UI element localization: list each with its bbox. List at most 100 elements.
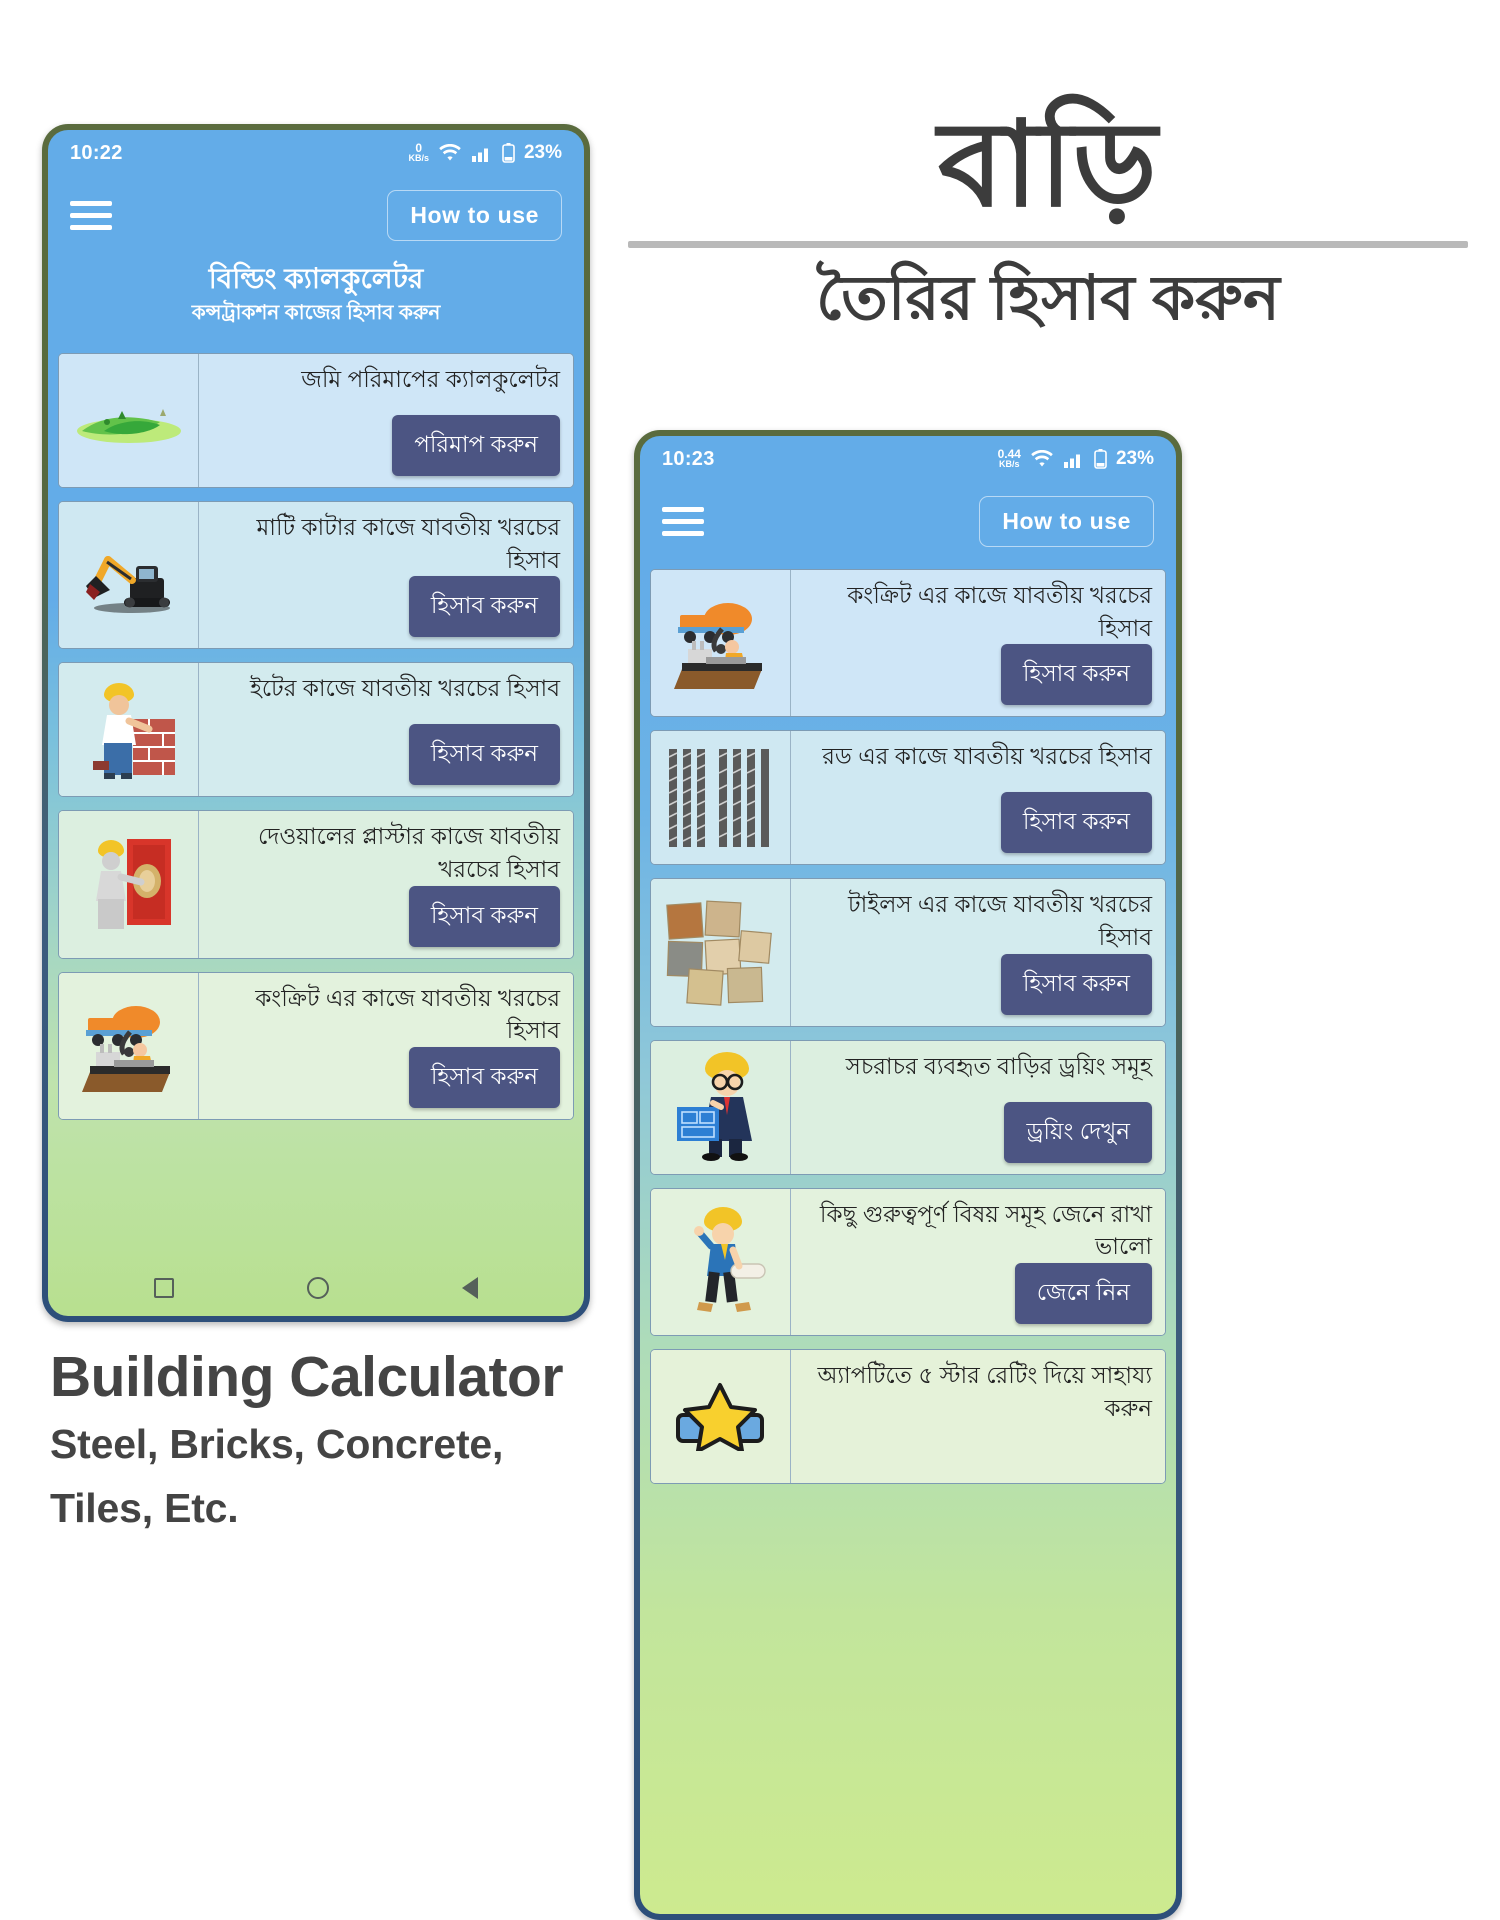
poster-caption-block: Building Calculator Steel, Bricks, Concr… (50, 1342, 650, 1540)
phone-screen-right: 10:23 0.44 KB/s 23% How to use কংক্রিট এ… (640, 436, 1176, 1914)
hamburger-menu-icon[interactable] (662, 507, 704, 536)
how-to-use-button[interactable]: How to use (979, 496, 1154, 547)
card-body: কিছু গুরুত্বপূর্ণ বিষয় সমূহ জেনে রাখা ভ… (791, 1188, 1165, 1335)
battery-percent: 23% (523, 142, 562, 163)
status-bar-left: 10:22 0 KB/s 23% (48, 130, 584, 176)
card-body: টাইলস এর কাজে যাবতীয় খরচের হিসাব হিসাব … (791, 879, 1165, 1026)
heading-divider (628, 241, 1468, 249)
network-rate-unit: KB/s (999, 459, 1020, 470)
worker-walking-icon (651, 1188, 791, 1335)
card-body: কংক্রিট এর কাজে যাবতীয় খরচের হিসাব হিসা… (791, 570, 1165, 717)
card-action-button[interactable]: ড্রয়িং দেখুন (1004, 1101, 1152, 1163)
card-action-button[interactable]: হিসাব করুন (408, 1046, 560, 1108)
card-body: মাটি কাটার কাজে যাবতীয় খরচের হিসাব হিসা… (199, 502, 573, 649)
card-steel-rod-work[interactable]: রড এর কাজে যাবতীয় খরচের হিসাব হিসাব করু… (650, 730, 1166, 866)
app-subtitle: কন্সট্রাকশন কাজের হিসাব করুন (191, 302, 441, 324)
card-house-drawings[interactable]: সচরাচর ব্যবহৃত বাড়ির ড্রয়িং সমূহ ড্রয়… (650, 1039, 1166, 1175)
card-action-button[interactable]: হিসাব করুন (408, 885, 560, 947)
app-bar-right: How to use (640, 482, 1176, 563)
status-time: 10:22 (70, 141, 123, 164)
card-body: ইটের কাজে যাবতীয় খরচের হিসাব হিসাব করুন (199, 663, 573, 797)
card-body: কংক্রিট এর কাজে যাবতীয় খরচের হিসাব হিসা… (199, 972, 573, 1119)
card-body: দেওয়ালের প্লাস্টার কাজে যাবতীয় খরচের হ… (199, 811, 573, 958)
card-action-button[interactable]: জেনে নিন (1014, 1262, 1152, 1324)
battery-percent: 23% (1115, 448, 1154, 469)
card-title: দেওয়ালের প্লাস্টার কাজে যাবতীয় খরচের হ… (257, 823, 560, 882)
plastering-worker-icon (59, 811, 199, 958)
card-body: জমি পরিমাপের ক্যালকুলেটর পরিমাপ করুন (199, 354, 573, 487)
poster-heading-block: বাড়ি তৈরির হিসাব করুন (628, 96, 1468, 337)
calculator-card-list-right: কংক্রিট এর কাজে যাবতীয় খরচের হিসাব হিসা… (640, 563, 1176, 1914)
app-bar-left: How to use (48, 176, 584, 257)
card-wall-plaster[interactable]: দেওয়ালের প্লাস্টার কাজে যাবতীয় খরচের হ… (58, 810, 574, 959)
card-title: টাইলস এর কাজে যাবতীয় খরচের হিসাব (848, 891, 1152, 950)
card-body: রড এর কাজে যাবতীয় খরচের হিসাব হিসাব করু… (791, 731, 1165, 865)
poster-canvas: 10:22 0 KB/s 23% How to use বিল্ডিং ক্যা… (0, 0, 1500, 1920)
excavator-icon (59, 502, 199, 649)
network-rate-indicator: 0 KB/s (408, 142, 429, 164)
land-field-icon (59, 354, 199, 487)
signal-bars-icon (471, 144, 493, 162)
card-title: অ্যাপটিতে ৫ স্টার রেটিং দিয়ে সাহায্য কর… (817, 1361, 1152, 1421)
status-time: 10:23 (662, 447, 715, 470)
card-title: রড এর কাজে যাবতীয় খরচের হিসাব (822, 743, 1152, 770)
card-title: ইটের কাজে যাবতীয় খরচের হিসাব (249, 675, 560, 702)
card-concrete-work[interactable]: কংক্রিট এর কাজে যাবতীয় খরচের হিসাব হিসা… (58, 971, 574, 1120)
signal-bars-icon (1063, 450, 1085, 468)
card-body: সচরাচর ব্যবহৃত বাড়ির ড্রয়িং সমূহ ড্রয়… (791, 1040, 1165, 1174)
how-to-use-button[interactable]: How to use (387, 190, 562, 241)
card-concrete-work[interactable]: কংক্রিট এর কাজে যাবতীয় খরচের হিসাব হিসা… (650, 569, 1166, 718)
card-action-button[interactable]: হিসাব করুন (408, 724, 560, 786)
card-title: কংক্রিট এর কাজে যাবতীয় খরচের হিসাব (255, 984, 560, 1044)
app-title: বিল্ডিং ক্যালকুলেটর (208, 263, 424, 294)
card-important-info[interactable]: কিছু গুরুত্বপূর্ণ বিষয় সমূহ জেনে রাখা ভ… (650, 1187, 1166, 1336)
phone-screen-left: 10:22 0 KB/s 23% How to use বিল্ডিং ক্যা… (48, 130, 584, 1316)
triangle-back-icon[interactable] (461, 1277, 478, 1299)
star-rating-icon (651, 1349, 791, 1483)
square-recent-apps-icon[interactable] (154, 1278, 175, 1298)
steel-rods-icon (651, 731, 791, 865)
card-action-button[interactable]: পরিমাপ করুন (392, 415, 560, 476)
card-title: কিছু গুরুত্বপূর্ণ বিষয় সমূহ জেনে রাখা ভ… (819, 1200, 1152, 1260)
card-action-button[interactable]: হিসাব করুন (1000, 644, 1152, 706)
phone-mockup-left: 10:22 0 KB/s 23% How to use বিল্ডিং ক্যা… (42, 124, 590, 1322)
card-tiles-work[interactable]: টাইলস এর কাজে যাবতীয় খরচের হিসাব হিসাব … (650, 878, 1166, 1027)
card-title: জমি পরিমাপের ক্যালকুলেটর (301, 366, 560, 392)
card-body: অ্যাপটিতে ৫ স্টার রেটিং দিয়ে সাহায্য কর… (791, 1349, 1165, 1483)
battery-icon (1094, 449, 1107, 469)
network-rate-unit: KB/s (408, 153, 429, 164)
app-title-block-left: বিল্ডিং ক্যালকুলেটর কন্সট্রাকশন কাজের হি… (48, 257, 584, 347)
card-brick-work[interactable]: ইটের কাজে যাবতীয় খরচের হিসাব হিসাব করুন (58, 662, 574, 798)
screen-content-right: কংক্রিট এর কাজে যাবতীয় খরচের হিসাব হিসা… (640, 563, 1176, 1914)
card-land-measure[interactable]: জমি পরিমাপের ক্যালকুলেটর পরিমাপ করুন (58, 353, 574, 488)
card-title: কংক্রিট এর কাজে যাবতীয় খরচের হিসাব (847, 582, 1152, 641)
wifi-icon (438, 144, 462, 162)
card-action-button[interactable]: হিসাব করুন (408, 576, 560, 638)
status-icons-group: 0 KB/s 23% (408, 142, 562, 164)
caption-title: Building Calculator (50, 1345, 564, 1409)
hamburger-menu-icon[interactable] (70, 201, 112, 230)
concrete-mixer-icon (59, 972, 199, 1119)
concrete-mixer-icon (651, 570, 791, 717)
poster-subheading: তৈরির হিসাব করুন (816, 264, 1280, 334)
card-title: সচরাচর ব্যবহৃত বাড়ির ড্রয়িং সমূহ (845, 1052, 1152, 1079)
card-rate-app[interactable]: অ্যাপটিতে ৫ স্টার রেটিং দিয়ে সাহায্য কর… (650, 1348, 1166, 1484)
tiles-icon (651, 879, 791, 1026)
battery-icon (502, 143, 515, 163)
android-nav-bar-left (48, 1260, 584, 1316)
calculator-card-list-left: জমি পরিমাপের ক্যালকুলেটর পরিমাপ করুন মাট… (48, 347, 584, 1260)
status-bar-right: 10:23 0.44 KB/s 23% (640, 436, 1176, 482)
card-action-button[interactable]: হিসাব করুন (1000, 953, 1152, 1015)
card-action-button[interactable]: হিসাব করুন (1000, 792, 1152, 854)
wifi-icon (1030, 450, 1054, 468)
card-title: মাটি কাটার কাজে যাবতীয় খরচের হিসাব (256, 514, 560, 573)
engineer-blueprint-icon (651, 1040, 791, 1174)
card-earth-cutting[interactable]: মাটি কাটার কাজে যাবতীয় খরচের হিসাব হিসা… (58, 501, 574, 650)
caption-line-2: Tiles, Etc. (50, 1484, 239, 1531)
phone-mockup-right: 10:23 0.44 KB/s 23% How to use কংক্রিট এ… (634, 430, 1182, 1920)
circle-home-icon[interactable] (306, 1277, 329, 1299)
caption-line-1: Steel, Bricks, Concrete, (50, 1421, 504, 1468)
status-icons-group: 0.44 KB/s 23% (998, 448, 1154, 470)
bricklayer-icon (59, 663, 199, 797)
screen-content-left: জমি পরিমাপের ক্যালকুলেটর পরিমাপ করুন মাট… (48, 347, 584, 1316)
